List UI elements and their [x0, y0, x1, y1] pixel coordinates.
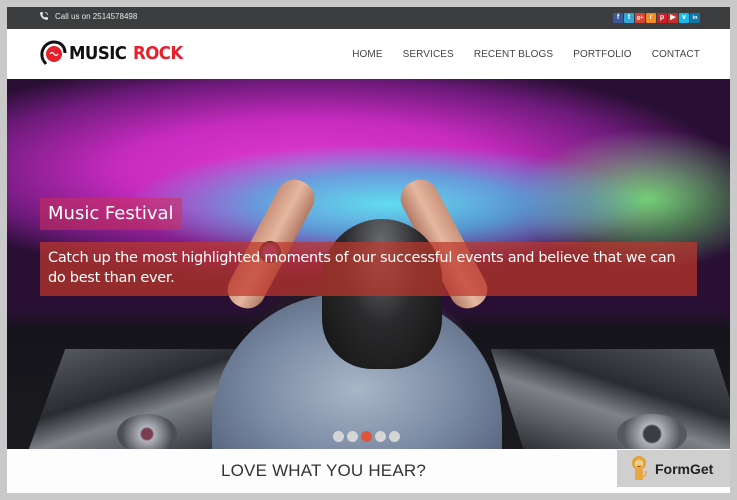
phone-icon: [40, 12, 48, 20]
nav-portfolio[interactable]: PORTFOLIO: [573, 49, 632, 60]
headphone-logo-icon: [40, 40, 67, 65]
vimeo-icon[interactable]: v: [679, 13, 689, 23]
slide-title: Music Festival: [40, 198, 182, 230]
lion-mascot-icon: [632, 455, 647, 480]
youtube-icon[interactable]: ▶: [668, 13, 678, 23]
facebook-icon[interactable]: f: [613, 13, 623, 23]
nav-home[interactable]: HOME: [352, 49, 382, 60]
linkedin-icon[interactable]: in: [690, 13, 700, 23]
twitter-icon[interactable]: t: [624, 13, 634, 23]
call-info: Call us on 2514578498: [39, 11, 137, 21]
formget-text: FormGet: [655, 460, 714, 477]
slider-pagination: [333, 431, 400, 442]
hero-slider: Music Festival Catch up the most highlig…: [7, 79, 730, 449]
dj-deck-right: [490, 349, 730, 449]
slider-dot-1[interactable]: [333, 431, 344, 442]
turntable-left: [117, 414, 177, 449]
main-nav: HOME SERVICES RECENT BLOGS PORTFOLIO CON…: [332, 49, 700, 60]
logo[interactable]: MUSIC ROCK: [39, 40, 187, 66]
nav-recent-blogs[interactable]: RECENT BLOGS: [474, 49, 553, 60]
rss-icon[interactable]: r: [646, 13, 656, 23]
google-plus-icon[interactable]: g+: [635, 13, 645, 23]
turntable-right: [617, 414, 687, 449]
nav-services[interactable]: SERVICES: [403, 49, 454, 60]
logo-text-rock: ROCK: [133, 42, 184, 64]
slider-dot-4[interactable]: [375, 431, 386, 442]
social-links: f t g+ r p ▶ v in: [613, 13, 700, 23]
slider-dot-2[interactable]: [347, 431, 358, 442]
slider-dot-3[interactable]: [361, 431, 372, 442]
slider-dot-5[interactable]: [389, 431, 400, 442]
call-text: Call us on 2514578498: [55, 11, 138, 21]
top-bar: Call us on 2514578498 f t g+ r p ▶ v in: [7, 7, 730, 29]
page: Call us on 2514578498 f t g+ r p ▶ v in MUSIC RO…: [7, 7, 730, 493]
slide-description: Catch up the most highlighted moments of…: [40, 242, 697, 296]
pinterest-icon[interactable]: p: [657, 13, 667, 23]
logo-text-music: MUSIC: [69, 42, 127, 64]
formget-badge: FormGet: [617, 450, 730, 487]
nav-contact[interactable]: CONTACT: [652, 49, 700, 60]
site-header: MUSIC ROCK HOME SERVICES RECENT BLOGS POR…: [7, 29, 730, 79]
